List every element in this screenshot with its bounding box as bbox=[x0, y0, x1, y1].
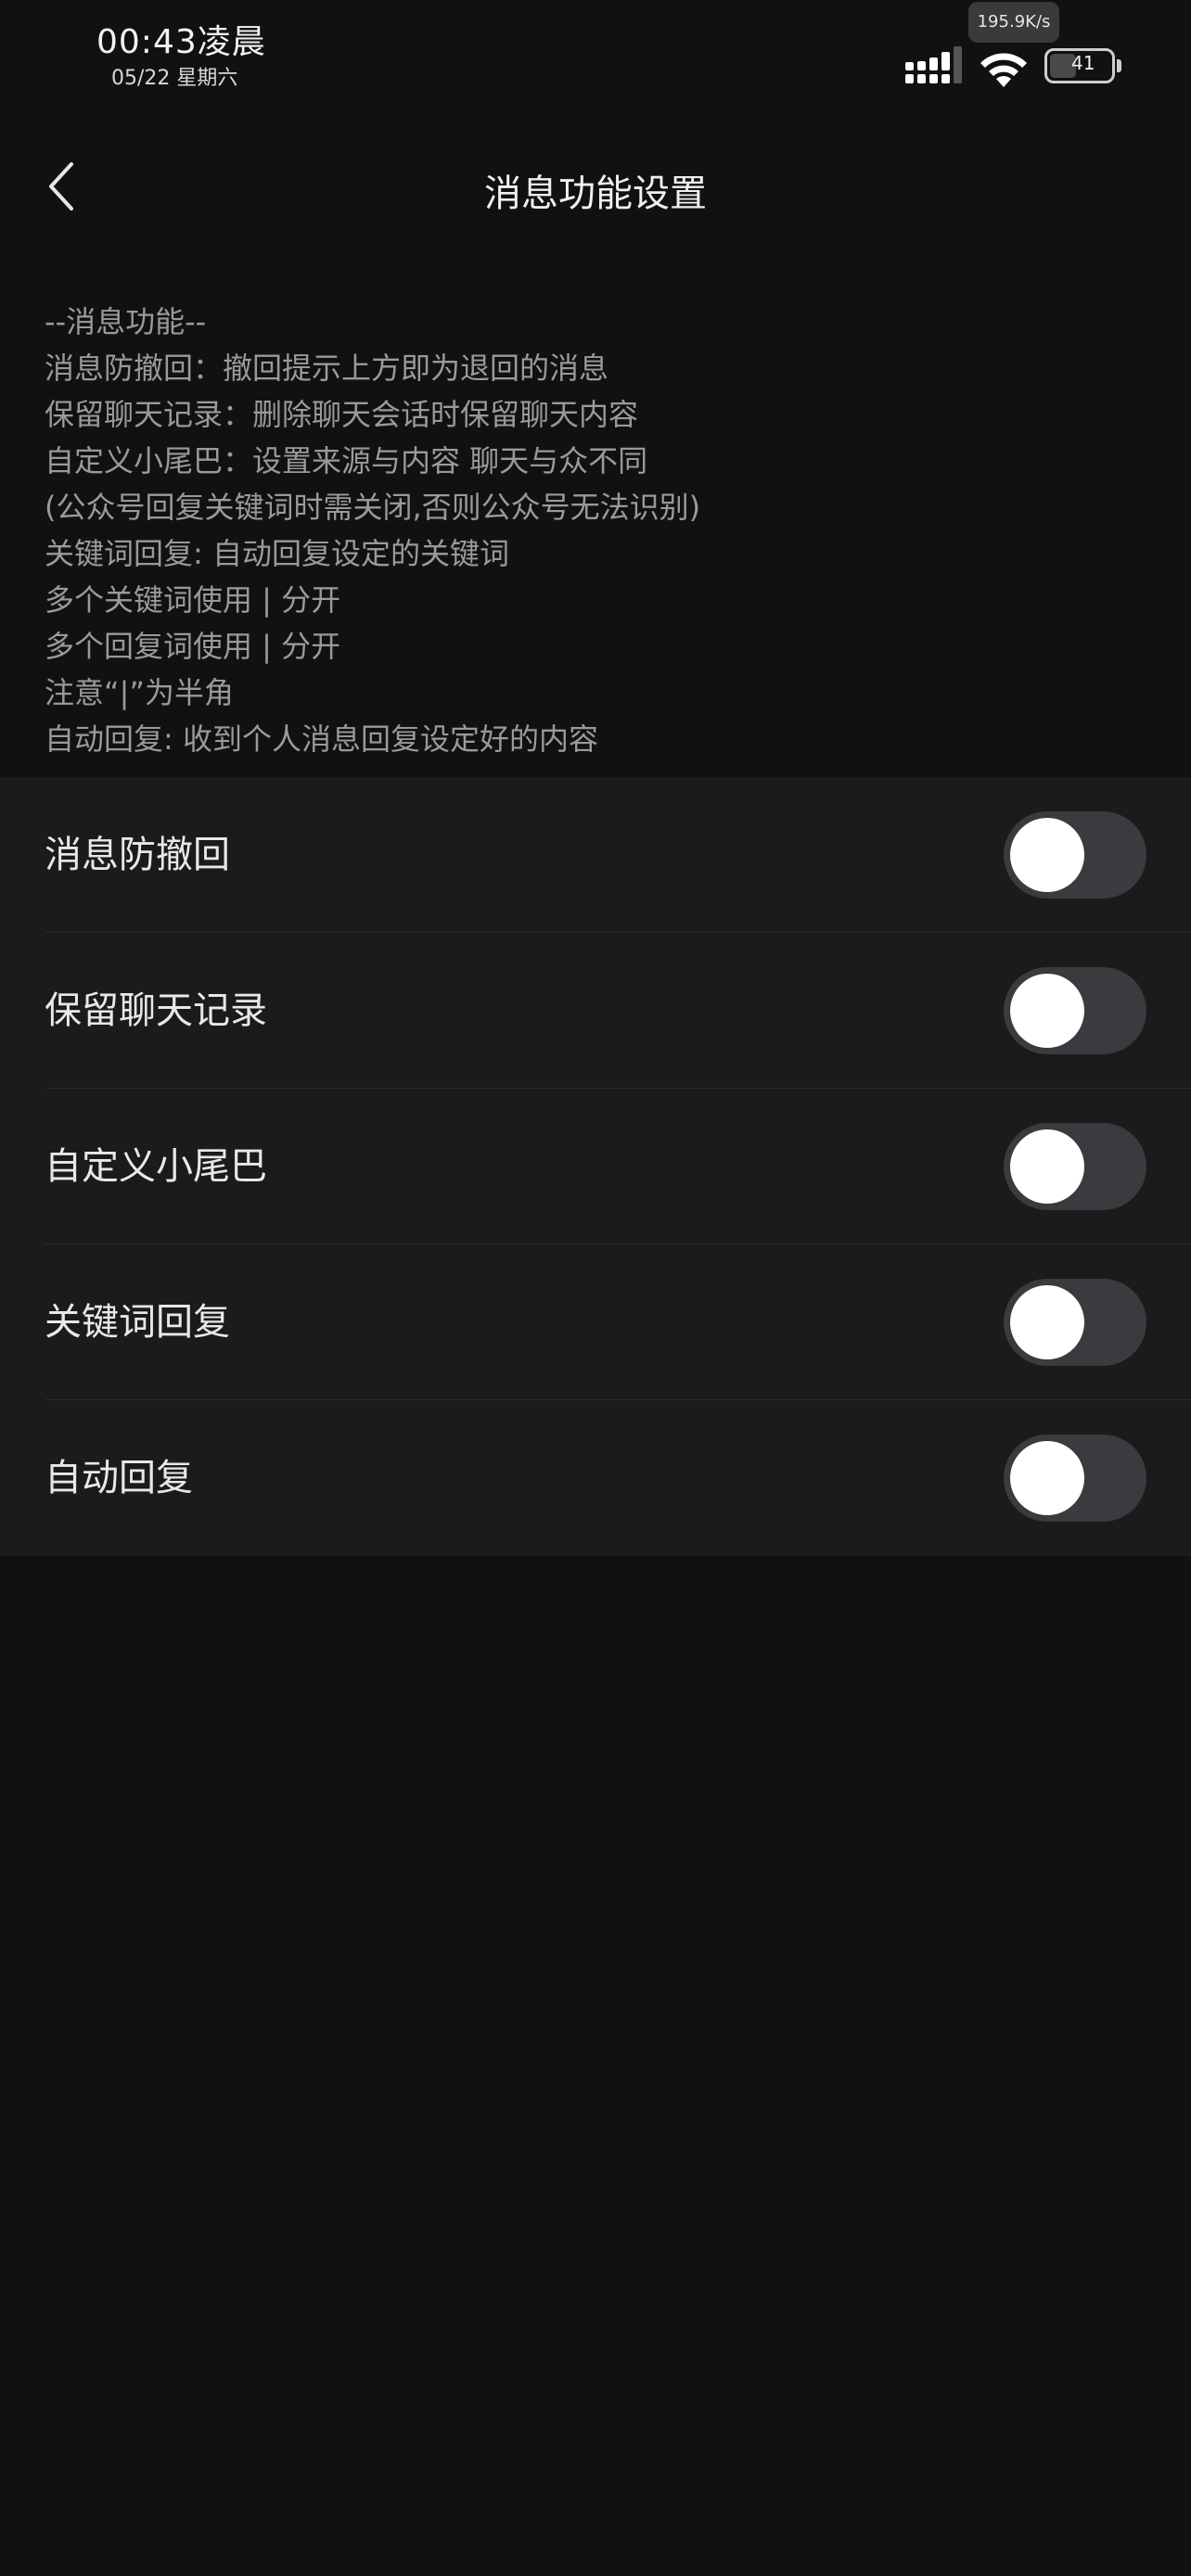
keep-chat-history-toggle[interactable] bbox=[1004, 967, 1146, 1054]
network-speed-badge: 195.9K/s bbox=[968, 2, 1059, 43]
page-title: 消息功能设置 bbox=[484, 172, 707, 215]
description-line: --消息功能-- bbox=[45, 304, 207, 339]
toggle-knob bbox=[1010, 1129, 1084, 1204]
signal-icon bbox=[905, 46, 962, 83]
battery-tip bbox=[1117, 59, 1121, 72]
description-line: 保留聊天记录：删除聊天会话时保留聊天内容 bbox=[45, 397, 639, 432]
description-line: (公众号回复关键词时需关闭,否则公众号无法识别) bbox=[45, 490, 701, 525]
custom-tail-toggle[interactable] bbox=[1004, 1123, 1146, 1210]
auto-reply-toggle[interactable] bbox=[1004, 1435, 1146, 1522]
setting-row-auto-reply[interactable]: 自动回复 bbox=[0, 1400, 1191, 1556]
settings-list: 消息防撤回 保留聊天记录 自定义小尾巴 关键词回复 自动回复 bbox=[0, 777, 1191, 1556]
setting-label: 自定义小尾巴 bbox=[45, 1145, 267, 1188]
setting-label: 消息防撤回 bbox=[45, 834, 230, 876]
keyword-reply-toggle[interactable] bbox=[1004, 1279, 1146, 1366]
description-line: 多个回复词使用 | 分开 bbox=[45, 629, 341, 664]
setting-row-keep-chat-history[interactable]: 保留聊天记录 bbox=[0, 933, 1191, 1089]
description-line: 多个关键词使用 | 分开 bbox=[45, 582, 341, 618]
feature-description: --消息功能-- 消息防撤回：撤回提示上方即为退回的消息 保留聊天记录：删除聊天… bbox=[45, 299, 1158, 762]
anti-recall-toggle[interactable] bbox=[1004, 811, 1146, 899]
description-line: 关键词回复: 自动回复设定的关键词 bbox=[45, 536, 509, 571]
toggle-knob bbox=[1010, 974, 1084, 1048]
setting-label: 关键词回复 bbox=[45, 1301, 230, 1344]
setting-label: 保留聊天记录 bbox=[45, 989, 267, 1032]
toggle-knob bbox=[1010, 818, 1084, 892]
setting-row-keyword-reply[interactable]: 关键词回复 bbox=[0, 1244, 1191, 1400]
setting-label: 自动回复 bbox=[45, 1457, 193, 1499]
setting-row-anti-recall[interactable]: 消息防撤回 bbox=[0, 777, 1191, 933]
description-line: 自动回复: 收到个人消息回复设定好的内容 bbox=[45, 721, 598, 757]
description-line: 注意“|”为半角 bbox=[45, 675, 234, 710]
status-bar: 00:43凌晨 05/22 星期六 195.9K/s 41 bbox=[0, 0, 1191, 130]
toggle-knob bbox=[1010, 1441, 1084, 1515]
battery-icon: 41 bbox=[1044, 48, 1115, 83]
wifi-icon bbox=[980, 53, 1027, 87]
status-date: 05/22 星期六 bbox=[111, 67, 238, 90]
description-line: 自定义小尾巴：设置来源与内容 聊天与众不同 bbox=[45, 443, 648, 478]
description-line: 消息防撤回：撤回提示上方即为退回的消息 bbox=[45, 351, 609, 386]
battery-percent: 41 bbox=[1071, 52, 1095, 74]
toggle-knob bbox=[1010, 1285, 1084, 1359]
header: 消息功能设置 bbox=[0, 130, 1191, 250]
status-time: 00:43凌晨 bbox=[96, 23, 266, 61]
setting-row-custom-tail[interactable]: 自定义小尾巴 bbox=[0, 1089, 1191, 1244]
